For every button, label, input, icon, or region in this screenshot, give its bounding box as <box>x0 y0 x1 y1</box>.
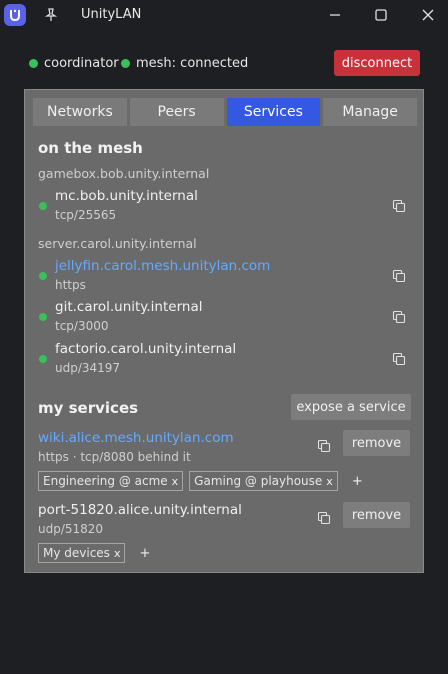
network-tag: Engineering @ acme x <box>38 471 184 491</box>
remove-tag-button[interactable]: x <box>114 547 121 560</box>
mesh-heading: on the mesh <box>38 139 143 157</box>
disconnect-button[interactable]: disconnect <box>334 50 420 76</box>
mesh-label: mesh: connected <box>136 56 249 71</box>
copy-icon[interactable] <box>317 438 331 453</box>
remove-button[interactable]: remove <box>343 430 410 456</box>
copy-icon[interactable] <box>392 268 406 283</box>
tag-list: Engineering @ acme x Gaming @ playhouse x … <box>38 471 363 491</box>
tab-peers[interactable]: Peers <box>129 98 224 126</box>
online-dot-icon <box>39 313 47 321</box>
mesh-status: mesh: connected <box>121 56 248 71</box>
online-dot-icon <box>39 355 47 363</box>
tag-label: My devices <box>43 546 110 560</box>
service-protocol: udp/34197 <box>55 361 121 375</box>
status-bar: coordinator mesh: connected disconnect <box>0 48 448 80</box>
service-row: jellyfin.carol.mesh.unitylan.com https <box>38 258 412 296</box>
tab-manage[interactable]: Manage <box>323 98 417 126</box>
host-name: server.carol.unity.internal <box>38 236 197 251</box>
expose-service-button[interactable]: expose a service <box>291 394 411 420</box>
service-name: git.carol.unity.internal <box>55 299 203 315</box>
app-logo-icon <box>4 4 26 26</box>
service-protocol: tcp/25565 <box>55 208 117 222</box>
service-protocol: udp/51820 <box>38 522 104 536</box>
service-row: factorio.carol.unity.internal udp/34197 <box>38 341 412 379</box>
my-services-heading: my services <box>38 399 139 417</box>
close-button[interactable] <box>418 5 438 25</box>
network-tag: My devices x <box>38 543 126 563</box>
service-protocol: https · tcp/8080 behind it <box>38 450 191 464</box>
my-service-row: port-51820.alice.unity.internal udp/5182… <box>38 502 412 566</box>
coordinator-label: coordinator <box>44 56 119 71</box>
remove-button[interactable]: remove <box>343 502 410 528</box>
service-name: factorio.carol.unity.internal <box>55 341 237 357</box>
coordinator-status: coordinator <box>29 56 119 71</box>
service-row: mc.bob.unity.internal tcp/25565 <box>38 188 412 226</box>
my-service-row: wiki.alice.mesh.unitylan.com https · tcp… <box>38 430 412 494</box>
copy-icon[interactable] <box>392 198 406 213</box>
tab-networks[interactable]: Networks <box>33 98 127 126</box>
service-name: mc.bob.unity.internal <box>55 188 198 204</box>
service-link[interactable]: jellyfin.carol.mesh.unitylan.com <box>55 258 270 274</box>
service-name: port-51820.alice.unity.internal <box>38 502 242 518</box>
network-tag: Gaming @ playhouse x <box>189 471 338 491</box>
window-title: UnityLAN <box>81 7 142 22</box>
service-protocol: https <box>55 278 86 292</box>
tag-label: Engineering @ acme <box>43 474 168 488</box>
online-dot-icon <box>39 202 47 210</box>
tag-list: My devices x + <box>38 543 150 563</box>
service-row: git.carol.unity.internal tcp/3000 <box>38 299 412 337</box>
remove-tag-button[interactable]: x <box>326 475 333 488</box>
copy-icon[interactable] <box>392 351 406 366</box>
service-link[interactable]: wiki.alice.mesh.unitylan.com <box>38 430 234 446</box>
tag-label: Gaming @ playhouse <box>194 474 323 488</box>
tab-services[interactable]: Services <box>226 98 321 126</box>
status-dot-icon <box>29 59 38 68</box>
copy-icon[interactable] <box>392 309 406 324</box>
status-dot-icon <box>121 59 130 68</box>
add-tag-button[interactable]: + <box>352 474 363 489</box>
online-dot-icon <box>39 272 47 280</box>
service-protocol: tcp/3000 <box>55 319 109 333</box>
minimize-button[interactable] <box>325 5 345 25</box>
host-name: gamebox.bob.unity.internal <box>38 166 210 181</box>
maximize-button[interactable] <box>371 5 391 25</box>
title-bar: UnityLAN <box>0 0 448 30</box>
tab-bar: Networks Peers Services Manage <box>33 98 417 126</box>
services-panel: Networks Peers Services Manage on the me… <box>24 89 424 573</box>
copy-icon[interactable] <box>317 510 331 525</box>
pin-icon[interactable] <box>42 6 60 24</box>
add-tag-button[interactable]: + <box>139 546 150 561</box>
remove-tag-button[interactable]: x <box>172 475 179 488</box>
